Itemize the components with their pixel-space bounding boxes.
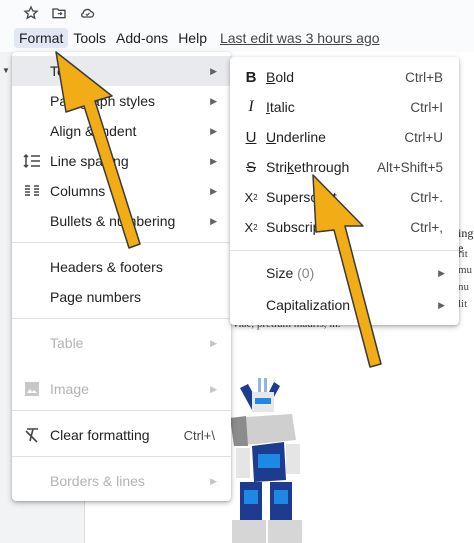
submenu-item-label: Size (0)	[266, 265, 315, 281]
submenu-item-label: Capitalization	[266, 297, 351, 313]
title-icons	[0, 3, 96, 23]
submenu-item-label: Strikethrough	[266, 159, 350, 175]
menu-divider	[12, 242, 231, 243]
submenu-arrow-icon: ▶	[210, 475, 217, 486]
menu-item-label: Table	[50, 335, 84, 351]
submenu-arrow-icon: ▶	[438, 267, 445, 278]
menu-item-headers-footers[interactable]: Headers & footers	[12, 252, 231, 282]
menu-item-align-indent[interactable]: Align & indent ▶	[12, 116, 231, 146]
menu-divider	[12, 318, 231, 319]
menu-item-label: Text	[50, 63, 76, 79]
menu-item-label: Clear formatting	[50, 427, 150, 443]
submenu-item-superscript[interactable]: X2 Superscript Ctrl+.	[230, 182, 459, 212]
menu-format[interactable]: Format	[14, 28, 69, 48]
submenu-item-label: Subscript	[266, 219, 325, 235]
submenu-item-underline[interactable]: U Underline Ctrl+U	[230, 122, 459, 152]
menu-help[interactable]: Help	[173, 28, 212, 48]
submenu-item-capitalization[interactable]: Capitalization ▶	[230, 290, 459, 320]
line-spacing-icon	[22, 151, 42, 171]
submenu-arrow-icon: ▶	[210, 125, 217, 136]
menu-item-columns[interactable]: Columns ▶	[12, 176, 231, 206]
menu-item-clear-formatting[interactable]: Clear formatting Ctrl+\	[12, 420, 231, 450]
submenu-item-subscript[interactable]: X2 Subscript Ctrl+,	[230, 212, 459, 242]
menu-item-image[interactable]: Image ▶	[12, 374, 231, 404]
submenu-arrow-icon: ▶	[210, 185, 217, 196]
submenu-item-shortcut: Ctrl+U	[404, 129, 443, 145]
strikethrough-icon: S	[245, 158, 256, 176]
menu-item-borders-lines[interactable]: Borders & lines ▶	[12, 466, 231, 496]
menu-item-label: Columns	[50, 183, 106, 199]
cloud-saved-icon[interactable]	[78, 4, 96, 22]
submenu-divider	[230, 250, 459, 251]
submenu-arrow-icon: ▶	[210, 337, 217, 348]
doc-text-line-2: rit	[458, 248, 468, 260]
menu-bar: Format Tools Add-ons Help Last edit was …	[0, 28, 380, 48]
clear-formatting-icon	[22, 425, 42, 445]
submenu-arrow-icon: ▶	[210, 155, 217, 166]
menu-item-label: Page numbers	[50, 289, 142, 305]
menu-item-label: Image	[50, 381, 89, 397]
menu-item-table[interactable]: Table ▶	[12, 328, 231, 358]
menu-item-label: Paragraph styles	[50, 93, 156, 109]
submenu-item-shortcut: Ctrl+.	[410, 189, 443, 205]
submenu-item-label: Superscript	[266, 189, 337, 205]
menu-item-label: Line spacing	[50, 153, 129, 169]
superscript-icon: X2	[244, 189, 258, 205]
doc-text-line-4: nu	[458, 281, 469, 293]
move-to-folder-icon[interactable]	[50, 4, 68, 22]
menu-item-label: Align & indent	[50, 123, 137, 139]
menu-tools[interactable]: Tools	[68, 28, 111, 48]
text-submenu: B Bold Ctrl+B I Italic Ctrl+I U Underlin…	[230, 57, 459, 325]
underline-icon: U	[245, 128, 257, 146]
image-icon	[22, 379, 42, 399]
submenu-item-shortcut: Ctrl+I	[410, 99, 443, 115]
columns-icon	[22, 181, 42, 201]
doc-text-line-3: mu	[458, 264, 473, 276]
menu-divider	[12, 456, 231, 457]
doc-text-line-5: lit	[458, 298, 468, 310]
submenu-item-bold[interactable]: B Bold Ctrl+B	[230, 62, 459, 92]
submenu-item-shortcut: Alt+Shift+5	[376, 159, 443, 175]
submenu-item-size[interactable]: Size (0) ▶	[230, 258, 459, 288]
star-icon[interactable]	[22, 4, 40, 22]
menu-item-label: Bullets & numbering	[50, 213, 176, 229]
bold-icon: B	[245, 68, 257, 86]
submenu-item-label: Italic	[266, 99, 295, 115]
menu-add-ons[interactable]: Add-ons	[111, 28, 173, 48]
menu-item-label: Borders & lines	[50, 473, 145, 489]
submenu-item-label: Bold	[266, 69, 295, 85]
subscript-icon: X2	[244, 219, 258, 235]
submenu-arrow-icon: ▶	[438, 299, 445, 310]
menu-item-label: Headers & footers	[50, 259, 163, 275]
ruler-dropdown-icon[interactable]: ▼	[2, 66, 10, 75]
menu-item-page-numbers[interactable]: Page numbers	[12, 282, 231, 312]
submenu-arrow-icon: ▶	[210, 95, 217, 106]
menu-item-bullets-numbering[interactable]: Bullets & numbering ▶	[12, 206, 231, 236]
submenu-arrow-icon: ▶	[210, 383, 217, 394]
menu-item-shortcut: Ctrl+\	[183, 427, 215, 443]
submenu-item-shortcut: Ctrl+,	[410, 219, 443, 235]
menu-item-text[interactable]: Text ▶	[12, 56, 231, 86]
menu-item-paragraph-styles[interactable]: Paragraph styles ▶	[12, 86, 231, 116]
submenu-item-strikethrough[interactable]: S Strikethrough Alt+Shift+5	[230, 152, 459, 182]
submenu-item-shortcut: Ctrl+B	[405, 69, 443, 85]
submenu-arrow-icon: ▶	[210, 65, 217, 76]
menu-divider	[12, 410, 231, 411]
italic-icon: I	[248, 98, 254, 115]
format-menu: Text ▶ Paragraph styles ▶ Align & indent…	[12, 52, 231, 501]
last-edit-link[interactable]: Last edit was 3 hours ago	[220, 30, 380, 46]
submenu-arrow-icon: ▶	[210, 215, 217, 226]
submenu-item-italic[interactable]: I Italic Ctrl+I	[230, 92, 459, 122]
submenu-item-label: Underline	[266, 129, 326, 145]
menu-item-line-spacing[interactable]: Line spacing ▶	[12, 146, 231, 176]
